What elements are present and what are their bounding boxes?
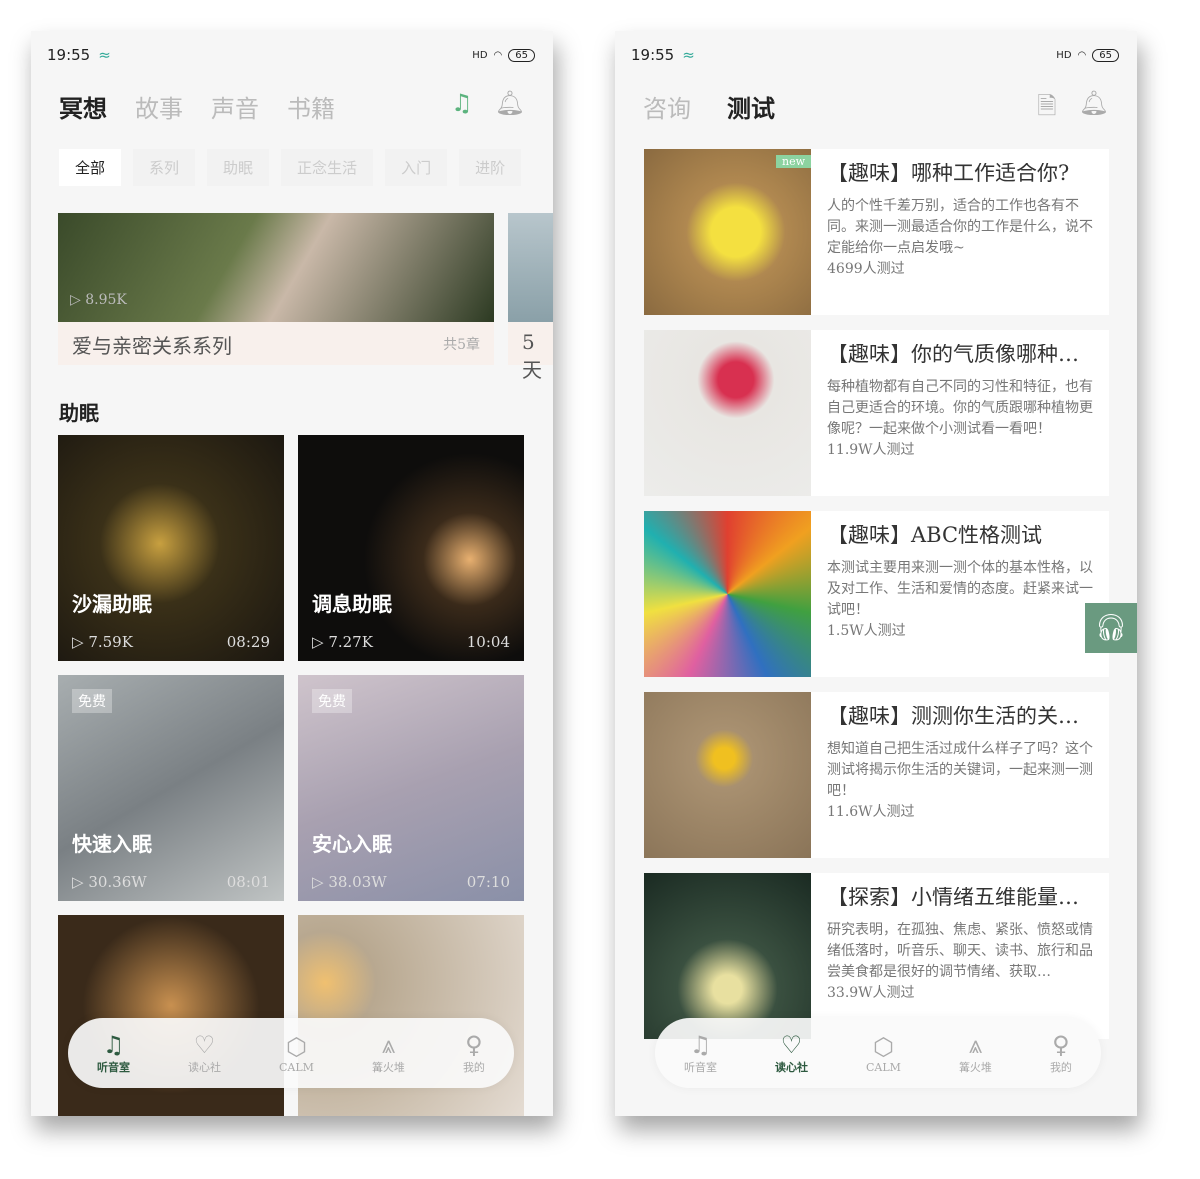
chip-all[interactable]: 全部 (59, 149, 122, 186)
test-image (644, 873, 811, 1039)
tab-sounds[interactable]: 声音 (211, 89, 259, 124)
track-card[interactable]: 调息助眠 ▷ 7.27K 10:04 (298, 435, 524, 661)
series-banner-2[interactable]: 5天 (508, 213, 553, 382)
banner-plays: ▷ 8.95K (70, 292, 127, 308)
heart-icon: ♡ (193, 1031, 216, 1059)
bell-icon[interactable]: 🔔︎ (495, 89, 525, 117)
track-card[interactable]: 免费 快速入眠 ▷ 30.36W 08:01 (58, 675, 284, 901)
bottom-nav: ♫ 听音室 ♡ 读心社 ⬡ CALM ⩓ 篝火堆 ♀ 我的 (655, 1018, 1101, 1088)
time: 19:55 (47, 46, 91, 64)
status-bar: 19:55 ≈ HD ◠ 65 (631, 45, 1119, 65)
battery-icon: 65 (1092, 48, 1119, 62)
category-tabs: 冥想 故事 声音 书籍 (59, 89, 335, 124)
nav-campfire[interactable]: ⩓ 篝火堆 (372, 1031, 405, 1075)
app-notification-icon: ≈ (98, 46, 111, 64)
nav-mind-club[interactable]: ♡ 读心社 (775, 1031, 808, 1075)
campfire-icon: ⩓ (381, 1031, 396, 1059)
campfire-icon: ⩓ (968, 1031, 983, 1059)
nav-me[interactable]: ♀ 我的 (1050, 1031, 1072, 1075)
bottom-nav: ♫ 听音室 ♡ 读心社 ⬡ CALM ⩓ 篝火堆 ♀ 我的 (68, 1018, 514, 1088)
person-icon: ♀ (1052, 1031, 1070, 1059)
test-item[interactable]: 【趣味】测测你生活的关… 想知道自己把生活过成什么样子了吗？这个测试将揭示你生活的… (644, 692, 1109, 858)
test-image: new (644, 149, 811, 315)
music-player-icon[interactable]: ♫ (451, 89, 473, 117)
test-item[interactable]: new 【趣味】哪种工作适合你? 人的个性千差万别，适合的工作也各有不同。来测一测最… (644, 149, 1109, 315)
banner-image: ▷ 8.95K (58, 213, 494, 322)
chip-beginner[interactable]: 入门 (385, 149, 448, 186)
track-card[interactable]: 免费 安心入眠 ▷ 38.03W 07:10 (298, 675, 524, 901)
chip-sleep[interactable]: 助眠 (207, 149, 270, 186)
test-image (644, 692, 811, 858)
signal-icon: HD (472, 49, 488, 61)
new-badge: new (775, 155, 811, 168)
test-image (644, 330, 811, 496)
phone-left: 19:55 ≈ HD ◠ 65 冥想 故事 声音 书籍 ♫ 🔔︎ 全部 系列 助眠 正念… (31, 31, 553, 1116)
report-icon[interactable]: 🗎︎ (1037, 89, 1056, 130)
person-icon: ♀ (465, 1031, 483, 1059)
test-item[interactable]: 【趣味】你的气质像哪种… 每种植物都有自己不同的习性和特征，也有自己更适合的环境。… (644, 330, 1109, 496)
nav-campfire[interactable]: ⩓ 篝火堆 (959, 1031, 992, 1075)
bell-icon[interactable]: 🔔︎ (1079, 89, 1109, 130)
nav-calm[interactable]: ⬡ CALM (866, 1033, 901, 1074)
chip-advanced[interactable]: 进阶 (459, 149, 522, 186)
play-icon: ▷ (70, 292, 86, 308)
hexagon-icon: ⬡ (872, 1032, 894, 1061)
filter-chips: 全部 系列 助眠 正念生活 入门 进阶 (59, 149, 522, 186)
chip-series[interactable]: 系列 (133, 149, 196, 186)
tab-consult[interactable]: 咨询 (643, 89, 691, 124)
nav-calm[interactable]: ⬡ CALM (279, 1033, 314, 1074)
tab-tests[interactable]: 测试 (727, 89, 775, 124)
track-card[interactable]: 沙漏助眠 ▷ 7.59K 08:29 (58, 435, 284, 661)
series-banner[interactable]: ▷ 8.95K 爱与亲密关系系列 共5章 (58, 213, 494, 365)
phone-right: 19:55 ≈ HD ◠ 65 咨询 测试 🗎︎ 🔔︎ new 【趣味】哪种工作适合你? 人的… (615, 31, 1137, 1116)
test-item[interactable]: 【趣味】ABC性格测试 本测试主要用来测一测个体的基本性格，以及对工作、生活和爱情… (644, 511, 1109, 677)
nav-mind-club[interactable]: ♡ 读心社 (188, 1031, 221, 1075)
banner-chapters: 共5章 (443, 337, 480, 353)
music-note-icon: ♫ (689, 1031, 712, 1059)
section-title: 助眠 (59, 401, 99, 425)
nav-listening-room[interactable]: ♫ 听音室 (684, 1031, 717, 1075)
free-badge: 免费 (312, 689, 352, 713)
music-note-icon: ♫ (102, 1030, 125, 1059)
nav-me[interactable]: ♀ 我的 (463, 1031, 485, 1075)
test-item[interactable]: 【探索】小情绪五维能量… 研究表明，在孤独、焦虑、紧张、愤怒或情绪低落时，听音乐、… (644, 873, 1109, 1039)
nav-listening-room[interactable]: ♫ 听音室 (97, 1031, 130, 1075)
banner-title: 爱与亲密关系系列 (72, 334, 232, 358)
app-notification-icon: ≈ (682, 46, 695, 64)
battery-icon: 65 (508, 48, 535, 62)
free-badge: 免费 (72, 689, 112, 713)
test-list: new 【趣味】哪种工作适合你? 人的个性千差万别，适合的工作也各有不同。来测一测最… (644, 149, 1109, 1054)
heart-icon: ♡ (780, 1030, 803, 1059)
wifi-icon: ◠ (493, 49, 503, 61)
status-bar: 19:55 ≈ HD ◠ 65 (47, 45, 535, 65)
chip-mindful[interactable]: 正念生活 (281, 149, 374, 186)
tab-meditation[interactable]: 冥想 (59, 89, 107, 124)
headset-support-icon[interactable]: 🎧︎ (1085, 603, 1137, 653)
test-image (644, 511, 811, 677)
hexagon-icon: ⬡ (285, 1032, 307, 1061)
tab-stories[interactable]: 故事 (135, 89, 183, 124)
wifi-icon: ◠ (1077, 49, 1087, 61)
tab-books[interactable]: 书籍 (287, 89, 335, 124)
signal-icon: HD (1056, 49, 1072, 61)
